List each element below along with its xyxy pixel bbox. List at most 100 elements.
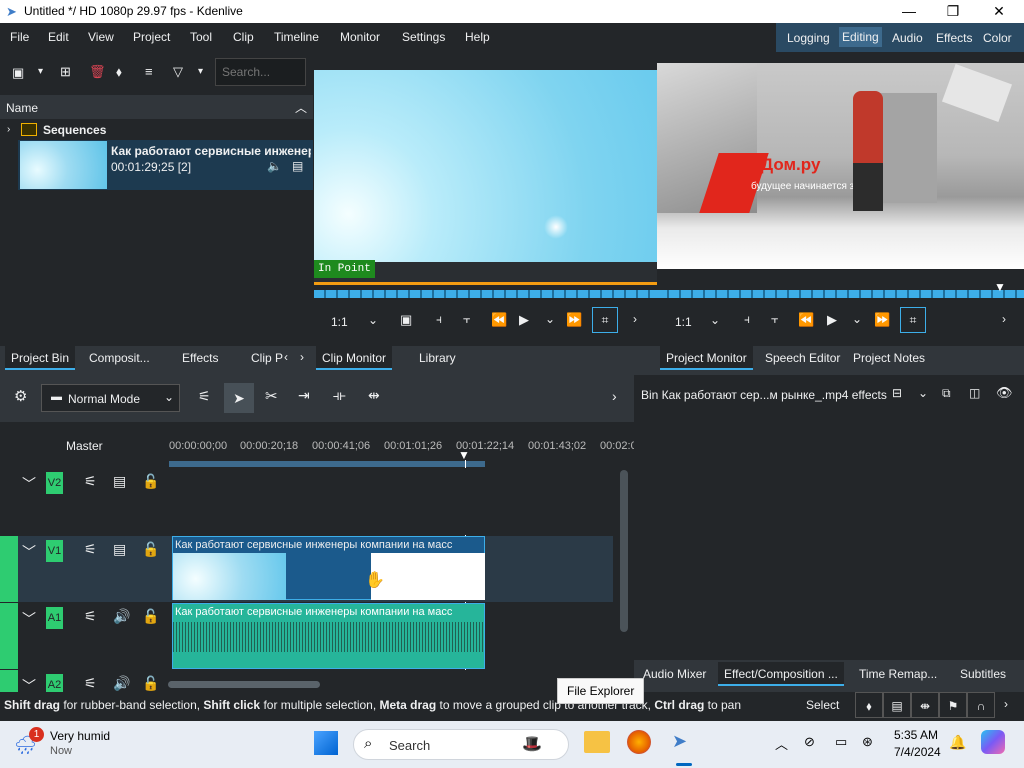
tab-speech-editor[interactable]: Speech Editor (759, 346, 846, 370)
filter-dropdown-icon[interactable]: ▾ (198, 66, 203, 77)
project-play-dropdown-icon[interactable]: ⌄ (852, 312, 862, 326)
menu-monitor[interactable]: Monitor (340, 30, 380, 44)
project-forward-icon[interactable]: ⏩ (874, 312, 890, 328)
forward-icon[interactable]: ⏩ (566, 312, 582, 328)
tab-project-notes[interactable]: Project Notes (847, 346, 931, 370)
save-stack-icon[interactable]: ⧉ (942, 386, 951, 401)
track-name[interactable]: V2 (46, 472, 63, 494)
razor-tool-icon[interactable]: ✂ (265, 387, 278, 405)
copilot-icon[interactable] (981, 730, 1005, 754)
track-lock-icon[interactable]: 🔓 (142, 473, 159, 490)
menu-clip[interactable]: Clip (233, 30, 254, 44)
project-crop-icon[interactable]: ⌗ (900, 307, 926, 333)
file-explorer-icon[interactable] (584, 731, 610, 753)
zone-bar[interactable] (169, 461, 485, 467)
track-v1[interactable]: ﹀ V1 ⚟ ▤ 🔓 Как работают сервисные инжене… (0, 536, 613, 602)
menu-timeline[interactable]: Timeline (274, 30, 319, 44)
video-clip[interactable]: Как работают сервисные инженеры компании… (172, 536, 485, 600)
track-video-icon[interactable]: ▤ (113, 541, 126, 558)
status-more-icon[interactable]: › (1004, 697, 1008, 711)
project-monitor-video[interactable]: Дом.ру будущее начинается здесь! (657, 63, 1024, 269)
track-name[interactable]: V1 (46, 540, 63, 562)
track-effects-icon[interactable]: ⚟ (84, 473, 97, 490)
clip-monitor-ruler[interactable] (314, 290, 657, 298)
menu-project[interactable]: Project (133, 30, 170, 44)
play-icon[interactable]: ▶ (519, 312, 529, 328)
workspace-logging[interactable]: Logging (787, 31, 830, 45)
zoom-dropdown-icon[interactable]: ⌄ (368, 313, 378, 327)
collapse-icon[interactable]: ﹀ (22, 609, 36, 629)
collapse-icon[interactable]: ﹀ (22, 474, 36, 494)
menu-lines-icon[interactable]: ≡ (145, 64, 153, 79)
bin-search-input[interactable] (215, 58, 306, 86)
tab-effects[interactable]: Effects (176, 346, 224, 370)
workspace-color[interactable]: Color (983, 31, 1012, 45)
maximize-button[interactable]: ❐ (930, 1, 976, 23)
monitor-more-icon[interactable]: › (633, 312, 637, 326)
minimize-button[interactable]: — (886, 1, 932, 23)
track-video-icon[interactable]: ▤ (113, 473, 126, 490)
tab-scroll-right-icon[interactable]: › (300, 350, 304, 364)
weather-title[interactable]: Very humid (50, 729, 110, 743)
tag-icon[interactable]: ⬧ (116, 64, 122, 80)
clock-date[interactable]: 7/4/2024 (894, 745, 941, 759)
notification-bell-icon[interactable]: 🔔 (949, 734, 966, 751)
track-lock-icon[interactable]: 🔓 (142, 675, 159, 692)
split-view-icon[interactable]: ◫ (969, 386, 980, 400)
project-set-in-icon[interactable]: ⫞ (744, 312, 750, 327)
menu-file[interactable]: File (10, 30, 29, 44)
taskbar-search[interactable]: ⌕ Search 🎩 (353, 729, 569, 760)
project-monitor-ruler[interactable] (657, 290, 1024, 298)
project-rewind-icon[interactable]: ⏪ (798, 312, 814, 328)
sort-up-icon[interactable]: ︿ (295, 99, 307, 116)
kdenlive-taskbar-icon[interactable]: ➤ (672, 731, 687, 752)
tab-project-monitor[interactable]: Project Monitor (660, 346, 753, 370)
audio-speaker-icon[interactable]: 🔈 (267, 159, 282, 173)
in-out-zone-bar[interactable] (314, 282, 657, 285)
project-monitor-more-icon[interactable]: › (1002, 312, 1006, 326)
track-active-indicator[interactable] (0, 536, 18, 602)
sequences-folder[interactable]: Sequences (43, 123, 106, 137)
tab-scroll-left-icon[interactable]: ‹ (284, 350, 288, 364)
menu-view[interactable]: View (88, 30, 114, 44)
ripple-tool-icon[interactable]: ⟛ (333, 387, 346, 404)
track-effects-icon[interactable]: ⚟ (84, 541, 97, 558)
clip-monitor-video[interactable] (314, 70, 657, 262)
track-active-indicator[interactable] (0, 670, 18, 692)
playhead-marker-icon[interactable]: ▼ (994, 280, 1006, 294)
menu-tool[interactable]: Tool (190, 30, 212, 44)
eye-icon[interactable]: 👁 (996, 385, 1013, 401)
firefox-icon[interactable] (627, 730, 651, 754)
tray-vpn-icon[interactable]: ⊛ (862, 734, 873, 750)
track-active-indicator[interactable] (0, 603, 18, 669)
track-speaker-icon[interactable]: 🔊 (113, 675, 130, 692)
horizontal-scrollbar[interactable] (168, 681, 320, 688)
status-film-icon[interactable]: ▤ (883, 692, 911, 718)
tab-effect-composition[interactable]: Effect/Composition ... (718, 662, 844, 686)
track-name[interactable]: A2 (46, 674, 63, 692)
menu-edit[interactable]: Edit (48, 30, 69, 44)
film-icon[interactable]: ▤ (292, 159, 303, 173)
tab-clip-properties[interactable]: Clip P (245, 346, 289, 370)
audio-clip[interactable]: Как работают сервисные инженеры компании… (172, 603, 485, 669)
set-out-icon[interactable]: ⫟ (463, 312, 470, 327)
track-name[interactable]: A1 (46, 607, 63, 629)
collapse-icon[interactable]: ﹀ (22, 542, 36, 562)
tray-display-icon[interactable]: ▭ (835, 734, 847, 750)
project-zoom-dropdown-icon[interactable]: ⌄ (710, 313, 720, 327)
close-button[interactable]: ✕ (976, 1, 1022, 23)
track-speaker-icon[interactable]: 🔊 (113, 608, 130, 625)
track-lock-icon[interactable]: 🔓 (142, 608, 159, 625)
project-zoom-select[interactable]: 1:1 (675, 315, 692, 329)
effects-wand-icon[interactable]: ⚟ (198, 388, 211, 405)
menu-help[interactable]: Help (465, 30, 490, 44)
timeline-settings-icon[interactable]: ⚙ (14, 387, 27, 405)
filter-icon[interactable]: ▽ (173, 64, 183, 80)
tab-library[interactable]: Library (413, 346, 462, 370)
add-folder-icon[interactable]: ⊞ (60, 64, 71, 80)
status-fit-icon[interactable]: ⇼ (911, 692, 939, 718)
tray-chevron-icon[interactable]: ︿ (775, 734, 788, 753)
toolbar-more-icon[interactable]: › (612, 388, 617, 404)
status-flag-icon[interactable]: ⚑ (939, 692, 967, 718)
timeline-playhead-icon[interactable]: ▼ (458, 448, 470, 462)
